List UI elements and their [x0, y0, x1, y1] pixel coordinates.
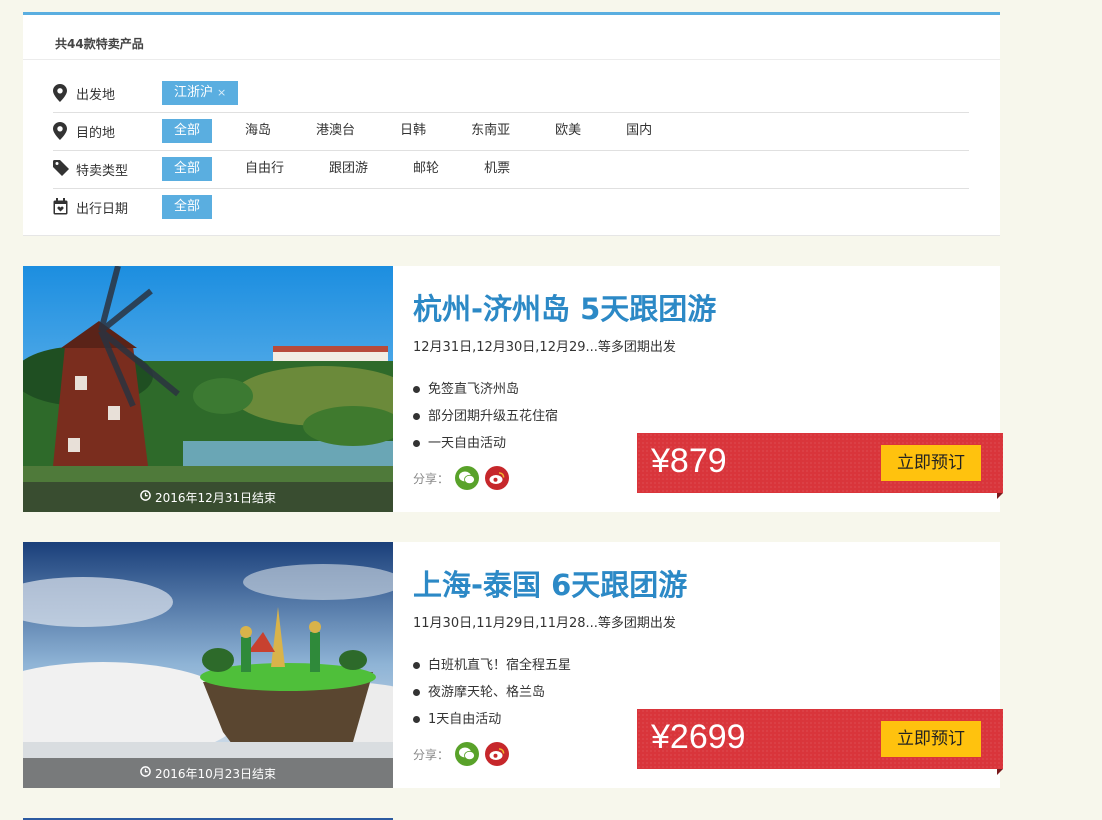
- price: ¥2699: [651, 718, 746, 756]
- filter-label: 特卖类型: [76, 163, 129, 179]
- filter-label: 目的地: [76, 125, 116, 141]
- list-item: 免签直飞济州岛: [413, 376, 558, 403]
- filter-label: 出行日期: [76, 201, 129, 217]
- chip-label: 江浙沪: [174, 85, 214, 100]
- bullet-icon: [413, 440, 420, 447]
- bullet-icon: [413, 716, 420, 723]
- list-item: 夜游摩天轮、格兰岛: [413, 679, 571, 706]
- filter-label: 出发地: [76, 87, 116, 103]
- product-image-windmill[interactable]: 2016年12月31日结束: [23, 266, 393, 512]
- end-date-strip: 2016年10月23日结束: [23, 758, 393, 788]
- chip-jiangzhehu[interactable]: 江浙沪 ×: [162, 81, 239, 105]
- feature-list: 白班机直飞！宿全程五星 夜游摩天轮、格兰岛 1天自由活动: [413, 652, 571, 733]
- feature-text: 白班机直飞！宿全程五星: [428, 658, 572, 673]
- price: ¥879: [651, 442, 727, 480]
- bullet-icon: [413, 689, 420, 696]
- product-title[interactable]: 上海-泰国 6天跟团游: [413, 562, 687, 604]
- departure-dates: 12月31日,12月30日,12月29...等多团期出发: [413, 340, 676, 355]
- chip-option[interactable]: 日韩: [389, 119, 437, 143]
- bullet-icon: [413, 413, 420, 420]
- row-label-departure: 出发地: [53, 84, 162, 103]
- clock-icon: [140, 766, 151, 780]
- chip-option[interactable]: 自由行: [234, 157, 295, 181]
- filter-row-destination: 目的地 全部 海岛 港澳台 日韩 东南亚 欧美 国内: [53, 112, 969, 151]
- bullet-icon: [413, 386, 420, 393]
- product-count-title: 共44款特卖产品: [55, 37, 144, 51]
- row-label-sale-type: 特卖类型: [53, 160, 162, 179]
- map-pin-icon: [53, 122, 69, 140]
- row-label-travel-date: 出行日期: [53, 198, 162, 217]
- map-pin-icon: [53, 84, 69, 102]
- list-item: 白班机直飞！宿全程五星: [413, 652, 571, 679]
- feature-text: 部分团期升级五花住宿: [428, 409, 559, 424]
- share-label: 分享：: [413, 747, 450, 762]
- chip-option[interactable]: 机票: [473, 157, 521, 181]
- tag-icon: [53, 160, 69, 178]
- product-card[interactable]: 2016年10月23日结束 上海-泰国 6天跟团游 11月30日,11月29日,…: [23, 542, 1003, 788]
- close-icon[interactable]: ×: [217, 86, 226, 99]
- chip-option[interactable]: 邮轮: [402, 157, 450, 181]
- filter-row-travel-date: 出行日期 全部: [53, 188, 969, 226]
- feature-text: 免签直飞济州岛: [428, 382, 520, 397]
- list-item: 部分团期升级五花住宿: [413, 403, 558, 430]
- book-now-button[interactable]: 立即预订: [881, 445, 981, 481]
- chip-all[interactable]: 全部: [162, 119, 213, 143]
- share-bar: 分享：: [413, 466, 510, 490]
- product-image-thailand[interactable]: 2016年10月23日结束: [23, 542, 393, 788]
- product-title[interactable]: 杭州-济州岛 5天跟团游: [413, 286, 716, 328]
- feature-text: 一天自由活动: [428, 436, 507, 451]
- wechat-icon[interactable]: [455, 742, 480, 766]
- chip-option[interactable]: 国内: [615, 119, 663, 143]
- departure-dates: 11月30日,11月29日,11月28...等多团期出发: [413, 616, 676, 631]
- end-date-strip: 2016年12月31日结束: [23, 482, 393, 512]
- list-item: 1天自由活动: [413, 706, 571, 733]
- filter-panel: 共44款特卖产品 出发地 江浙沪 × 目的地 全部 海岛 港澳台 日韩 东南亚 欧…: [23, 12, 1000, 236]
- price-band: ¥2699 立即预订: [637, 709, 1003, 775]
- weibo-icon[interactable]: [485, 742, 510, 766]
- share-label: 分享：: [413, 471, 450, 486]
- chip-option[interactable]: 海岛: [234, 119, 282, 143]
- row-label-destination: 目的地: [53, 122, 162, 141]
- chip-option[interactable]: 跟团游: [318, 157, 379, 181]
- end-date-text: 2016年12月31日结束: [154, 490, 277, 505]
- ribbon-fold: [997, 769, 1003, 775]
- chip-all[interactable]: 全部: [162, 157, 213, 181]
- chip-option[interactable]: 东南亚: [460, 119, 521, 143]
- ribbon-fold: [997, 493, 1003, 499]
- filter-row-departure: 出发地 江浙沪 ×: [53, 74, 969, 113]
- feature-text: 夜游摩天轮、格兰岛: [428, 685, 546, 700]
- feature-text: 1天自由活动: [428, 712, 502, 727]
- divider: [23, 59, 1000, 60]
- share-bar: 分享：: [413, 742, 510, 766]
- bullet-icon: [413, 662, 420, 669]
- book-now-button[interactable]: 立即预订: [881, 721, 981, 757]
- filter-row-sale-type: 特卖类型 全部 自由行 跟团游 邮轮 机票: [53, 150, 969, 189]
- price-band: ¥879 立即预订: [637, 433, 1003, 499]
- wechat-icon[interactable]: [455, 466, 480, 490]
- list-item: 一天自由活动: [413, 430, 558, 457]
- chip-all[interactable]: 全部: [162, 195, 213, 219]
- end-date-text: 2016年10月23日结束: [154, 766, 277, 781]
- calendar-icon: [53, 198, 69, 216]
- feature-list: 免签直飞济州岛 部分团期升级五花住宿 一天自由活动: [413, 376, 558, 457]
- weibo-icon[interactable]: [485, 466, 510, 490]
- chip-option[interactable]: 欧美: [544, 119, 592, 143]
- chip-option[interactable]: 港澳台: [305, 119, 366, 143]
- clock-icon: [140, 490, 151, 504]
- product-card[interactable]: 2016年12月31日结束 杭州-济州岛 5天跟团游 12月31日,12月30日…: [23, 266, 1003, 512]
